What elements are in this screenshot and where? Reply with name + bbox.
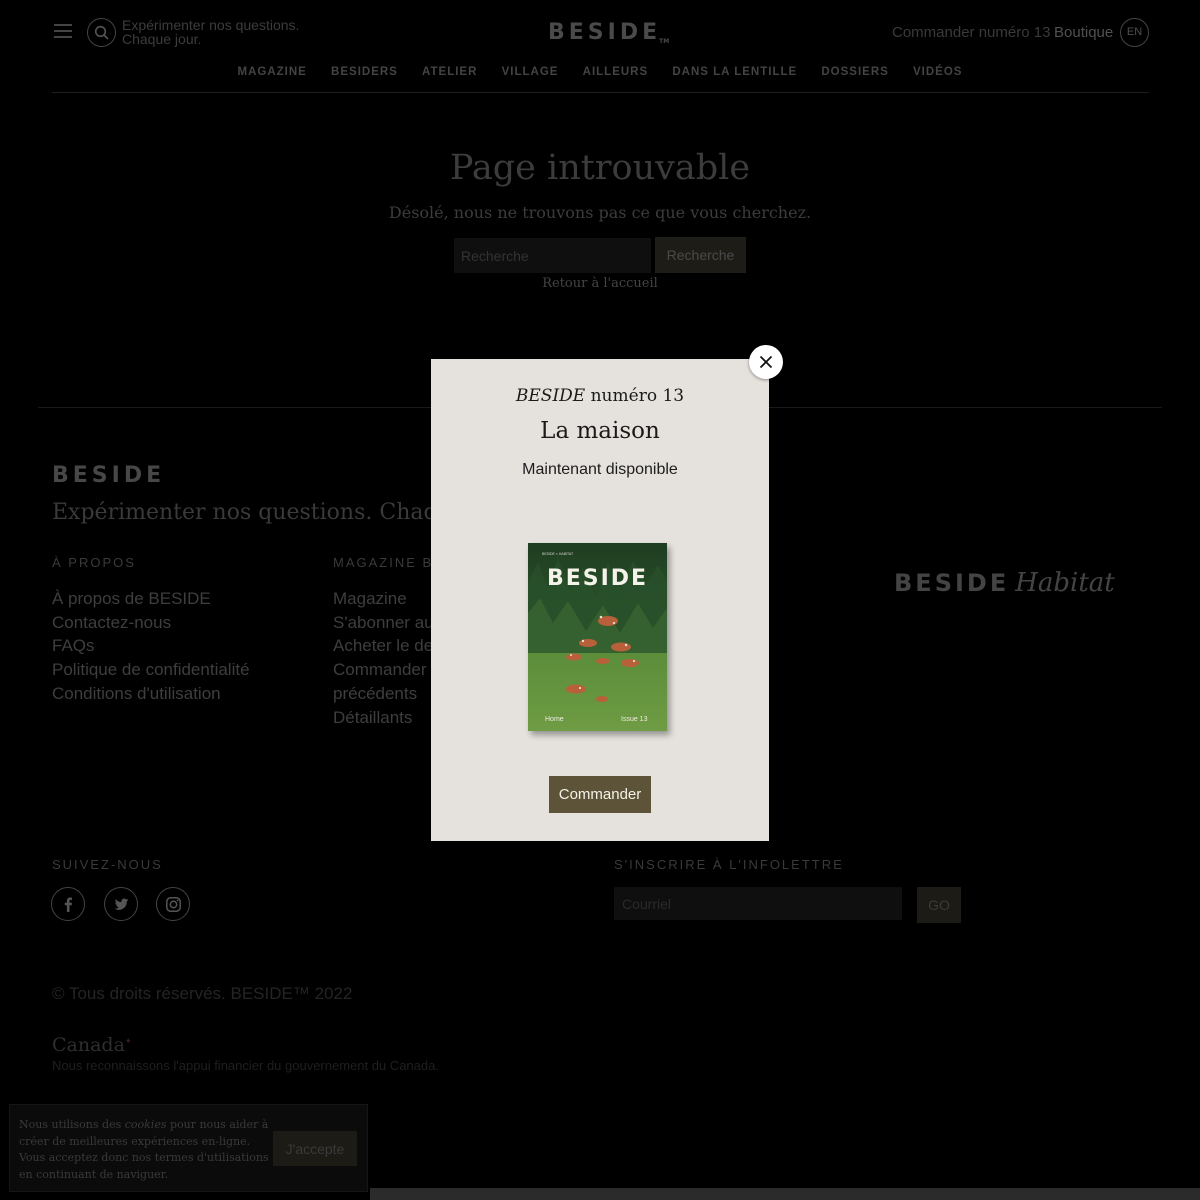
- cookie-banner: Nous utilisons des cookies pour nous aid…: [9, 1104, 368, 1192]
- modal-issue-label: BESIDE numéro 13: [431, 386, 769, 406]
- newsletter-heading: S'INSCRIRE À L'INFOLETTRE: [614, 857, 844, 872]
- search-icon[interactable]: [87, 18, 116, 47]
- language-toggle[interactable]: EN: [1120, 18, 1149, 47]
- modal-title: La maison: [540, 418, 660, 444]
- canada-wordmark: Canada✦: [52, 1034, 132, 1056]
- issue-promo-modal: BESIDE numéro 13 La maison Maintenant di…: [431, 359, 769, 841]
- copyright: © Tous droits réservés. BESIDE™ 2022: [52, 984, 353, 1003]
- nav-divider: [52, 92, 1149, 93]
- modal-availability: Maintenant disponible: [522, 461, 678, 478]
- terms-link[interactable]: Conditions d'utilisation: [52, 682, 250, 706]
- contact-link[interactable]: Contactez-nous: [52, 611, 250, 635]
- order-issue-link[interactable]: Commander numéro 13: [892, 24, 1050, 41]
- nav-item-dossiers[interactable]: DOSSIERS: [821, 66, 888, 78]
- home-link[interactable]: Retour à l'accueil: [0, 276, 1200, 291]
- logo-text: BESIDE: [548, 20, 662, 45]
- cover-issue-label: Issue 13: [621, 716, 648, 723]
- nav-item-videos[interactable]: VIDÉOS: [913, 66, 962, 78]
- tagline-line-2: Chaque jour.: [122, 31, 202, 47]
- faq-link[interactable]: FAQs: [52, 634, 250, 658]
- hamburger-icon[interactable]: [54, 20, 78, 44]
- habitat-word-1: BESIDE: [894, 569, 1010, 597]
- cover-top-text: BESIDE × HABITAT: [542, 552, 574, 556]
- cookie-text-italic: cookies: [124, 1118, 167, 1131]
- cover-logo: BESIDE: [547, 566, 648, 591]
- nav-item-besiders[interactable]: BESIDERS: [331, 66, 398, 78]
- logo-trademark: TM: [659, 38, 670, 45]
- main-nav: MAGAZINE BESIDERS ATELIER VILLAGE AILLEU…: [0, 66, 1200, 78]
- email-field[interactable]: [614, 887, 902, 920]
- modal-issue-number: numéro 13: [590, 386, 685, 406]
- newsletter-go-button[interactable]: GO: [917, 887, 961, 923]
- page-title: Page introuvable: [449, 148, 751, 188]
- search-input[interactable]: [454, 238, 651, 273]
- canada-funding-note: Nous reconnaissons l'appui financier du …: [52, 1058, 439, 1073]
- bottom-scroll-bar: [370, 1188, 1200, 1200]
- facebook-icon[interactable]: [51, 887, 85, 921]
- nav-item-dans-la-lentille[interactable]: DANS LA LENTILLE: [672, 66, 797, 78]
- shop-link[interactable]: Boutique: [1054, 24, 1113, 41]
- canada-flag-icon: ✦: [124, 1036, 132, 1046]
- cover-home-label: Home: [545, 716, 564, 723]
- nav-item-village[interactable]: VILLAGE: [502, 66, 559, 78]
- accept-cookies-button[interactable]: J'accepte: [273, 1131, 357, 1166]
- beside-habitat-logo[interactable]: BESIDE Habitat: [894, 568, 1115, 598]
- about-link[interactable]: À propos de BESIDE: [52, 587, 250, 611]
- search-button[interactable]: Recherche: [655, 237, 746, 273]
- cookie-message: Nous utilisons des cookies pour nous aid…: [19, 1117, 269, 1183]
- about-heading: À PROPOS: [52, 555, 136, 570]
- follow-heading: SUIVEZ-NOUS: [52, 857, 163, 872]
- modal-issue-brand: BESIDE: [515, 386, 586, 406]
- nav-item-magazine[interactable]: MAGAZINE: [238, 66, 307, 78]
- instagram-icon[interactable]: [156, 887, 190, 921]
- footer-logo[interactable]: BESIDE: [52, 463, 165, 488]
- site-logo[interactable]: BESIDETM: [548, 20, 669, 45]
- site-header: Expérimenter nos questions. Chaque jour.…: [0, 0, 1200, 95]
- page-subtitle: Désolé, nous ne trouvons pas ce que vous…: [388, 203, 812, 222]
- twitter-icon[interactable]: [104, 887, 138, 921]
- habitat-word-2: Habitat: [1015, 568, 1115, 598]
- about-links: À propos de BESIDE Contactez-nous FAQs P…: [52, 587, 250, 706]
- tagline-line-1: Expérimenter nos questions.: [122, 17, 300, 33]
- header-tagline: Expérimenter nos questions. Chaque jour.: [122, 18, 322, 46]
- nav-item-ailleurs[interactable]: AILLEURS: [583, 66, 649, 78]
- magazine-cover-image[interactable]: BESIDE BESIDE × HABITAT Home Issue 13: [528, 543, 667, 731]
- cookie-text-1: Nous utilisons des: [19, 1118, 125, 1131]
- canada-wordmark-text: Canada: [52, 1034, 125, 1056]
- order-button[interactable]: Commander: [549, 776, 651, 813]
- close-icon[interactable]: [749, 345, 783, 379]
- privacy-link[interactable]: Politique de confidentialité: [52, 658, 250, 682]
- nav-item-atelier[interactable]: ATELIER: [422, 66, 477, 78]
